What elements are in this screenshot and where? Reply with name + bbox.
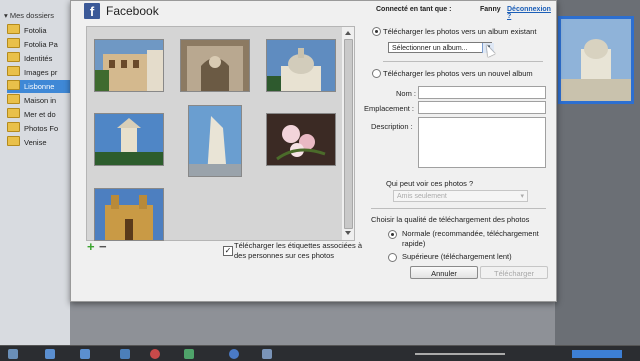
scroll-thumb[interactable] bbox=[344, 39, 353, 229]
folder-icon bbox=[7, 136, 20, 146]
folder-icon bbox=[7, 38, 20, 48]
play-icon[interactable] bbox=[229, 349, 239, 359]
quality-normal-label: Normale (recommandée, téléchargement rap… bbox=[402, 229, 539, 248]
new-album-radio[interactable] bbox=[372, 69, 381, 78]
name-input[interactable] bbox=[418, 86, 546, 99]
upload-button[interactable]: Télécharger bbox=[480, 266, 548, 279]
location-label: Emplacement : bbox=[364, 104, 415, 113]
cancel-button[interactable]: Annuler bbox=[410, 266, 478, 279]
folder-icon bbox=[7, 122, 20, 132]
facebook-upload-dialog: f Facebook Connecté en tant que : Fanny … bbox=[70, 0, 557, 302]
privacy-value: Amis seulement bbox=[397, 193, 447, 200]
photo-facade-lisbonne[interactable] bbox=[94, 39, 164, 92]
photo-dome-cathedrale[interactable] bbox=[266, 39, 336, 92]
location-input[interactable] bbox=[418, 101, 546, 114]
folder-item-fotolia[interactable]: Fotolia bbox=[7, 24, 70, 37]
undo-icon[interactable] bbox=[45, 349, 55, 359]
privacy-question: Qui peut voir ces photos ? bbox=[386, 179, 474, 188]
bottom-toolbar bbox=[0, 345, 640, 361]
background-panel bbox=[70, 300, 555, 345]
divider bbox=[383, 61, 543, 62]
dialog-title: Facebook bbox=[106, 4, 159, 18]
folder-icon bbox=[7, 66, 20, 76]
logout-link[interactable]: Déconnexion ? bbox=[507, 6, 556, 20]
scroll-down-icon[interactable] bbox=[345, 231, 351, 235]
folder-icon bbox=[7, 52, 20, 62]
people-icon[interactable] bbox=[120, 349, 130, 359]
folder-item-identites[interactable]: Identités bbox=[7, 52, 70, 65]
view-icon[interactable] bbox=[262, 349, 272, 359]
description-label: Description : bbox=[371, 122, 413, 131]
folder-sidebar: ▾ Mes dossiers Fotolia Fotolia Pa Identi… bbox=[0, 0, 70, 345]
privacy-select[interactable]: Amis seulement ▾ bbox=[393, 190, 528, 202]
calendar-icon[interactable] bbox=[184, 349, 194, 359]
connected-as-label: Connecté en tant que : bbox=[376, 6, 452, 13]
user-name: Fanny bbox=[480, 6, 501, 13]
quality-normal-radio[interactable] bbox=[388, 230, 397, 239]
folder-item-images[interactable]: Images pr bbox=[7, 66, 70, 79]
redo-icon[interactable] bbox=[80, 349, 90, 359]
existing-album-radio[interactable] bbox=[372, 27, 381, 36]
photo-tour-belem[interactable] bbox=[94, 113, 164, 166]
quality-high-label: Supérieure (téléchargement lent) bbox=[402, 252, 512, 261]
folder-icon bbox=[7, 94, 20, 104]
photo-facade-doree[interactable] bbox=[94, 188, 164, 241]
description-textarea[interactable] bbox=[418, 117, 546, 168]
facebook-logo-icon: f bbox=[84, 3, 100, 19]
chevron-down-icon: ▾ bbox=[520, 193, 524, 200]
folder-item-venise[interactable]: Venise bbox=[7, 136, 70, 149]
panel-icon[interactable] bbox=[8, 349, 18, 359]
new-album-label: Télécharger les photos vers un nouvel al… bbox=[383, 69, 533, 78]
scroll-up-icon[interactable] bbox=[345, 31, 351, 35]
divider bbox=[371, 208, 546, 209]
photo-grid-scrollbar[interactable] bbox=[342, 26, 355, 241]
background-thumbnail[interactable] bbox=[558, 16, 634, 104]
photo-fleurs-roses[interactable] bbox=[266, 113, 336, 166]
album-select[interactable]: Sélectionner un album... bbox=[388, 42, 492, 53]
zoom-slider[interactable] bbox=[415, 353, 505, 355]
photo-grid bbox=[86, 26, 355, 241]
zoom-indicator[interactable] bbox=[572, 350, 622, 358]
folder-item-maison[interactable]: Maison in bbox=[7, 94, 70, 107]
quality-title: Choisir la qualité de téléchargement des… bbox=[371, 215, 530, 224]
folder-item-photos-fo[interactable]: Photos Fo bbox=[7, 122, 70, 135]
quality-high-radio[interactable] bbox=[388, 253, 397, 262]
plus-icon[interactable]: + bbox=[87, 240, 95, 253]
photo-sculpture-arche[interactable] bbox=[180, 39, 250, 92]
minus-icon[interactable]: − bbox=[99, 240, 107, 253]
folder-icon bbox=[7, 80, 20, 90]
existing-album-label: Télécharger les photos vers un album exi… bbox=[383, 27, 537, 36]
folder-icon bbox=[7, 108, 20, 118]
place-icon[interactable] bbox=[150, 349, 160, 359]
photo-monument-decouvertes[interactable] bbox=[188, 105, 242, 177]
name-label: Nom : bbox=[396, 89, 417, 98]
folder-item-lisbonne[interactable]: Lisbonne bbox=[7, 80, 70, 93]
upload-tags-checkbox[interactable]: ✓ bbox=[223, 246, 233, 256]
folder-item-fotolia-pa[interactable]: Fotolia Pa bbox=[7, 38, 70, 51]
folder-item-mer[interactable]: Mer et do bbox=[7, 108, 70, 121]
my-folders-header[interactable]: ▾ Mes dossiers bbox=[4, 11, 54, 20]
folder-icon bbox=[7, 24, 20, 34]
upload-tags-label: Télécharger les étiquettes associées à d… bbox=[234, 241, 362, 260]
